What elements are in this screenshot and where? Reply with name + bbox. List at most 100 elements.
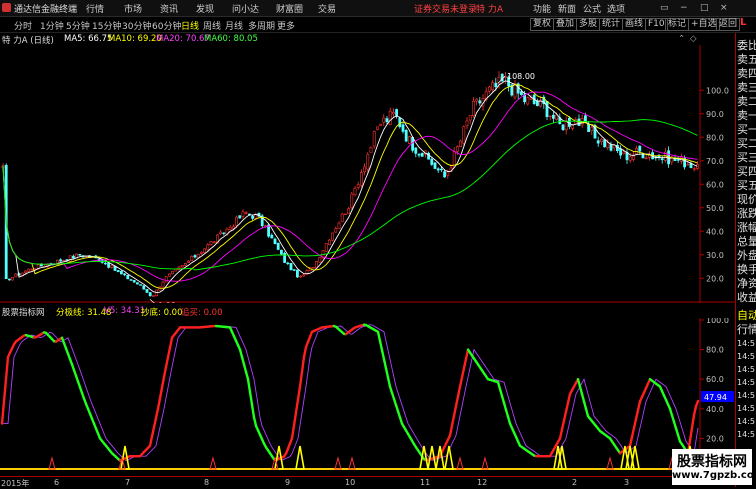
candle-body: [8, 279, 10, 280]
fenji-segment: [6, 357, 8, 379]
menu-caifuquan[interactable]: 财富圈: [276, 2, 303, 15]
candle-body: [28, 269, 30, 271]
menu-wenxiaoda[interactable]: 问小达: [232, 2, 259, 15]
candle-body: [492, 83, 494, 90]
candle-body: [328, 240, 330, 245]
fenji-segment: [456, 396, 458, 406]
fenji-segment: [158, 398, 160, 409]
close-icon[interactable]: ×: [720, 3, 728, 13]
menu-jiaoyi[interactable]: 交易: [318, 2, 336, 15]
candle-body: [444, 172, 446, 177]
candle-body: [463, 127, 465, 144]
candle-body: [488, 87, 490, 91]
x-tick: 3: [624, 478, 629, 487]
candle-body: [207, 245, 209, 250]
candle-body: [600, 139, 602, 141]
options-icon[interactable]: ◇: [690, 34, 697, 44]
menu-xinmian[interactable]: 新面: [558, 2, 576, 15]
candle-body: [434, 163, 436, 169]
biaoji-button[interactable]: 标记: [665, 18, 689, 31]
menu-gongneng[interactable]: 功能: [533, 2, 551, 15]
fenji-segment: [170, 338, 172, 348]
fenji-segment: [156, 409, 158, 418]
watermark-title: 股票指标网: [672, 451, 752, 471]
candle-body: [277, 243, 279, 249]
minimize-icon[interactable]: −: [680, 3, 688, 13]
candle-body: [354, 188, 356, 195]
candlestick-chart[interactable]: 100.090.080.070.060.050.040.030.020.0108…: [0, 45, 734, 303]
maximize-icon[interactable]: □: [700, 3, 709, 13]
fenji-segment: [160, 388, 162, 399]
fenji-segment: [386, 368, 388, 377]
candle-body: [520, 92, 522, 95]
indicator-name[interactable]: 股票指标网: [2, 306, 45, 318]
period-5min[interactable]: 5分钟: [66, 19, 90, 32]
candle-body: [591, 127, 593, 130]
period-monthly[interactable]: 月线: [225, 19, 243, 32]
indicator-tick-label: 60.0: [706, 375, 724, 384]
fenji-segment: [690, 428, 692, 441]
fenji-segment: [380, 341, 382, 350]
menu-shichang[interactable]: 市场: [124, 2, 142, 15]
period-fenshi[interactable]: 分时: [14, 19, 32, 32]
ma20-label: MA20: 70.67: [156, 34, 210, 44]
login-status[interactable]: 证券交易未登录: [414, 2, 477, 15]
candle-body: [636, 148, 638, 154]
high-annotation: 108.00: [507, 72, 535, 81]
candle-body: [290, 263, 292, 270]
panel-item[interactable]: 行情: [737, 321, 756, 337]
fenji-segment: [568, 394, 570, 403]
candle-body: [405, 130, 407, 141]
indicator-chart[interactable]: 100.080.060.040.020.047.94: [0, 318, 734, 476]
quote-side-panel: L 委比 卖五 卖四 卖三 卖二 卖一 买一 买二 买三 买四 买五 现价 涨跌…: [735, 33, 756, 487]
menu-zixun[interactable]: 资讯: [160, 2, 178, 15]
period-60min[interactable]: 60分钟: [152, 19, 181, 32]
period-multi[interactable]: 多周期: [248, 19, 275, 32]
tick-time: 14:5: [737, 430, 756, 439]
candle-body: [194, 255, 196, 257]
huaxian-button[interactable]: 画线: [622, 18, 646, 31]
tongji-button[interactable]: 统计: [599, 18, 623, 31]
candle-body: [693, 169, 695, 170]
menu-gongshi[interactable]: 公式: [583, 2, 601, 15]
back-button[interactable]: 返回: [716, 18, 740, 31]
candle-body: [152, 296, 154, 297]
add-watchlist-button[interactable]: +自选: [688, 18, 720, 31]
candle-body: [162, 282, 164, 287]
period-30min[interactable]: 30分钟: [122, 19, 151, 32]
period-more[interactable]: 更多: [277, 19, 295, 32]
menu-xuanxiang[interactable]: 选项: [607, 2, 625, 15]
fuquan-button[interactable]: 复权: [530, 18, 554, 31]
menu-hangqing[interactable]: 行情: [86, 2, 104, 15]
fenji-segment: [302, 357, 304, 372]
diejia-button[interactable]: 叠加: [553, 18, 577, 31]
candle-body: [357, 185, 359, 188]
period-weekly[interactable]: 周线: [203, 19, 221, 32]
duogu-button[interactable]: 多股: [576, 18, 600, 31]
candle-body: [661, 159, 663, 160]
candle-body: [440, 169, 442, 170]
tick-time: 14:5: [737, 417, 756, 426]
collapse-icon[interactable]: ⌃: [678, 34, 685, 44]
candle-body: [604, 140, 606, 147]
x-axis: 2015年 6 7 8 9 10 11 12 2 3: [0, 476, 734, 488]
period-daily[interactable]: 日线: [181, 19, 199, 32]
candle-body: [149, 292, 151, 295]
ma5-label: MA5: 66.75: [64, 34, 112, 44]
v5-line: [2, 325, 698, 461]
ma-legend: 特 力A (日线) MA5: 66.75 MA10: 69.20 MA20: 7…: [0, 33, 700, 45]
candle-body: [60, 260, 62, 261]
candle-body: [623, 152, 625, 154]
period-15min[interactable]: 15分钟: [92, 19, 121, 32]
fenji-segment: [254, 417, 256, 426]
fenji-segment: [250, 392, 252, 405]
candle-body: [124, 274, 126, 275]
candle-body: [319, 258, 321, 263]
menu-faxian[interactable]: 发现: [196, 2, 214, 15]
period-1min[interactable]: 1分钟: [40, 19, 64, 32]
restore-icon[interactable]: ▭: [660, 3, 669, 13]
candle-body: [220, 232, 222, 234]
candle-body: [204, 249, 206, 253]
candle-body: [239, 216, 241, 218]
candle-body: [389, 111, 391, 125]
